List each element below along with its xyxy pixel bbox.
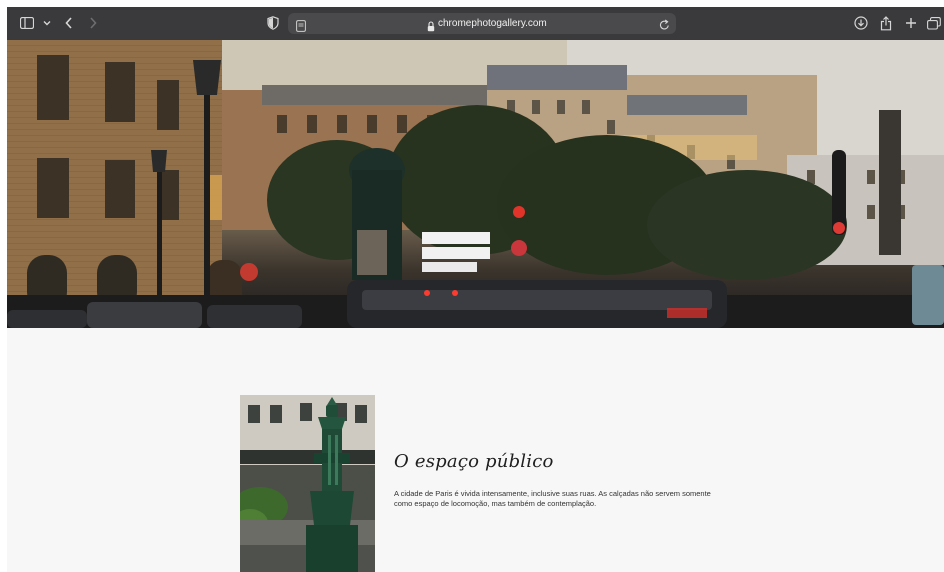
sidebar-icon[interactable] <box>20 14 34 32</box>
url-text: chromephotogallery.com <box>438 18 547 29</box>
lock-icon <box>427 17 435 36</box>
shield-icon[interactable] <box>266 14 280 32</box>
download-icon[interactable] <box>854 14 868 32</box>
share-icon[interactable] <box>879 14 893 32</box>
content-section: O espaço público A cidade de Paris é viv… <box>7 328 944 572</box>
browser-toolbar: chromephotogallery.com <box>7 7 944 40</box>
address-bar[interactable]: chromephotogallery.com <box>288 13 676 34</box>
chevron-left-icon[interactable] <box>62 14 76 32</box>
page-icon[interactable] <box>296 17 306 36</box>
chevron-down-icon[interactable] <box>40 14 54 32</box>
browser-window: chromephotogallery.com O espaço público … <box>7 7 944 572</box>
plus-icon[interactable] <box>904 14 918 32</box>
section-description: A cidade de Paris é vivida intensamente,… <box>394 489 711 508</box>
wallace-fountain-photo <box>240 395 375 572</box>
paris-street-photo <box>7 40 944 328</box>
chevron-right-icon[interactable] <box>86 14 100 32</box>
tab-overview-icon[interactable] <box>927 14 941 32</box>
section-thumbnail <box>240 395 375 572</box>
hero-image <box>7 40 944 328</box>
reload-icon[interactable] <box>659 16 670 35</box>
section-title: O espaço público <box>394 451 554 472</box>
